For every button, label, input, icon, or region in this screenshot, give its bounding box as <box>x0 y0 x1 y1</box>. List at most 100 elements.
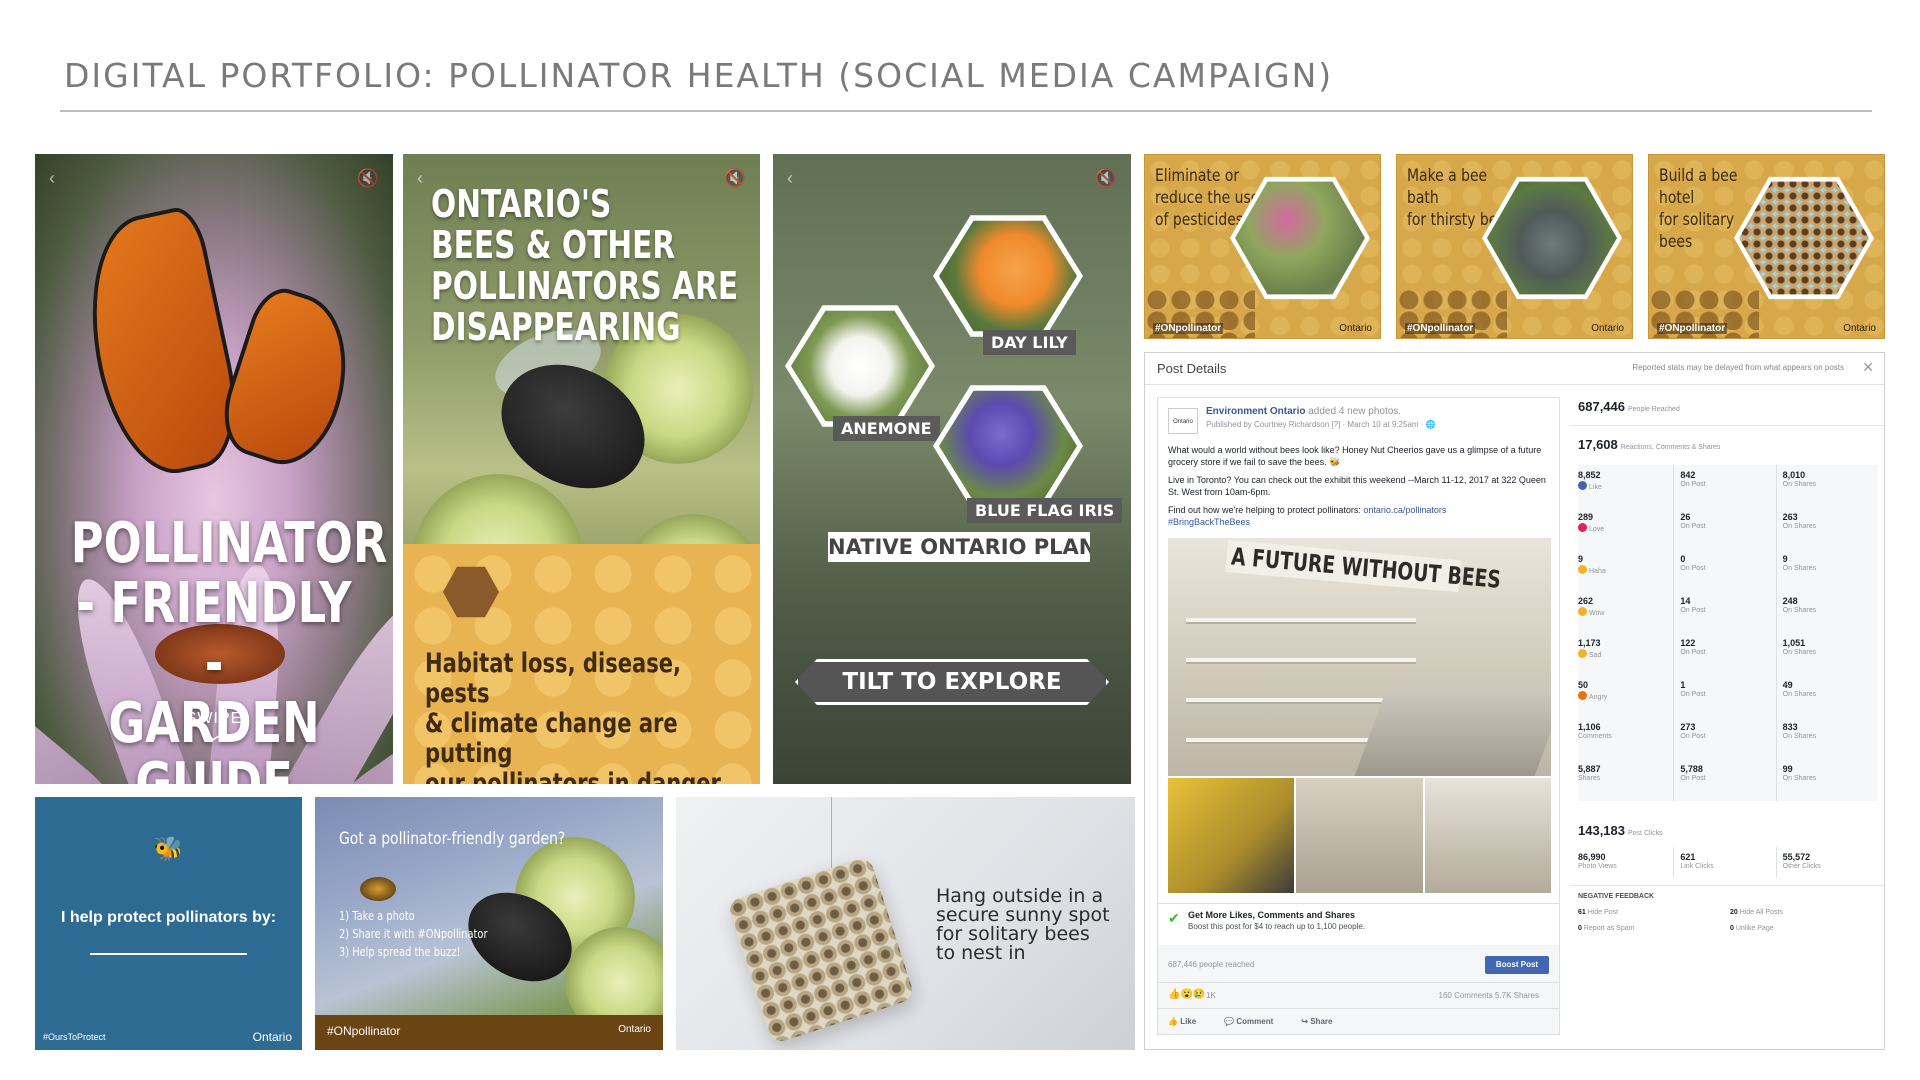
post-insights: 687,446 People Reached 17,608 Reactions, C… <box>1570 385 1884 1049</box>
share-label: Share <box>1310 1017 1333 1026</box>
stat-label: On Shares <box>1782 607 1817 614</box>
stat-label: On Post <box>1680 607 1706 614</box>
stat-row-angry: 50 Angry 1 On Post 49 On Shares <box>1578 675 1878 717</box>
hashtag: #OursToProtect <box>43 1032 106 1042</box>
link-clicks: 621 Link Clicks <box>1673 847 1775 877</box>
swipe-prompt[interactable]: SWIPE ﹀ <box>35 710 393 758</box>
like-label: Like <box>1180 1017 1197 1026</box>
bee-hotel-caption: Hang outside in a secure sunny spot for … <box>936 887 1126 963</box>
stat-value: 55,572 <box>1782 852 1811 862</box>
stat-label: Haha <box>1578 565 1673 575</box>
photo-thumbnail[interactable] <box>1296 778 1423 893</box>
stat-value: 0 <box>1680 554 1686 564</box>
hashtag: #ONpollinator <box>1405 323 1476 334</box>
stat-label: Shares <box>1578 775 1601 782</box>
stat-value: 8,852 <box>1578 470 1601 480</box>
stat-value: 687,446 <box>1578 399 1625 414</box>
like-button[interactable]: 👍 Like <box>1168 1017 1196 1026</box>
clicks-breakdown: 86,990 Photo Views 621 Link Clicks 55,572 O… <box>1578 847 1878 877</box>
page-name-link[interactable]: Environment Ontario <box>1206 406 1305 417</box>
stat-label: Angry <box>1578 691 1673 701</box>
stat-kind: Haha <box>1589 568 1606 575</box>
unlike-page-stat: 0 Unlike Page <box>1730 925 1774 932</box>
hide-all-stat: 20 Hide All Posts <box>1730 909 1783 916</box>
avatar[interactable]: Ontario <box>1168 408 1198 434</box>
stat-kind: Like <box>1589 484 1602 491</box>
bee-icon: 🐝 <box>153 836 184 863</box>
comments-shares-count[interactable]: 160 Comments 5.7K Shares <box>1439 991 1540 1000</box>
story2-caption: Habitat loss, disease, pests & climate c… <box>425 649 753 785</box>
stat-kind: Wow <box>1589 610 1605 617</box>
stat-label: On Shares <box>1782 523 1817 530</box>
mute-icon[interactable]: 🔇 <box>357 168 379 189</box>
story-top-bar: ‹ 🔇 <box>49 168 379 189</box>
back-chevron-icon[interactable]: ‹ <box>417 168 423 189</box>
mute-icon[interactable]: 🔇 <box>1095 168 1117 189</box>
stat-label: Link Clicks <box>1680 863 1714 870</box>
photo-thumbnail[interactable] <box>1168 778 1295 893</box>
stat-label: Photo Views <box>1578 863 1617 870</box>
iris-hexagon <box>933 385 1083 507</box>
stat-on-shares: 99 On Shares <box>1775 759 1878 801</box>
stat-label: Sad <box>1578 649 1673 659</box>
angry-icon <box>1578 691 1587 700</box>
stat-on-shares: 263 On Shares <box>1775 507 1878 549</box>
stat-kind: Love <box>1589 526 1605 533</box>
published-text: Published by Courtney Richardson [?] · M… <box>1206 420 1426 429</box>
stat-label: Post Clicks <box>1628 830 1663 837</box>
share-button[interactable]: ↪ Share <box>1301 1017 1332 1026</box>
stat-label: Like <box>1578 481 1673 491</box>
stat-value: 61 <box>1578 909 1586 916</box>
caption-line: our pollinators in danger. <box>425 768 726 785</box>
post-details-panel: Post Details Reported stats may be delay… <box>1144 352 1885 1050</box>
stat-value: 1,106 <box>1578 722 1601 732</box>
clicks-row: 86,990 Photo Views 621 Link Clicks 55,572 O… <box>1578 847 1878 877</box>
fill-in-line <box>90 953 247 955</box>
stat-label: On Shares <box>1782 733 1817 740</box>
other-clicks: 55,572 Other Clicks <box>1775 847 1878 877</box>
post-preview: Ontario Environment Ontario added 4 new … <box>1157 397 1560 1035</box>
post-action-text: added 4 new photos. <box>1308 406 1402 417</box>
flying-bee <box>360 877 396 901</box>
back-chevron-icon[interactable]: ‹ <box>787 168 793 189</box>
caption-line: & climate change are putting <box>425 708 678 769</box>
title-divider <box>60 110 1872 112</box>
boost-post-button[interactable]: Boost Post <box>1485 956 1549 974</box>
tip-tile-pesticides: Eliminate or reduce the use of pesticide… <box>1144 154 1381 339</box>
stat-label: Hide All Posts <box>1739 909 1783 916</box>
negative-feedback-title: NEGATIVE FEEDBACK <box>1578 893 1655 900</box>
people-reached-text: 687,446 people reached <box>1168 960 1255 969</box>
stat-row-shares: 5,887 Shares 5,788 On Post 99 On Shares <box>1578 759 1878 801</box>
back-chevron-icon[interactable]: ‹ <box>49 168 55 189</box>
close-icon[interactable]: ✕ <box>1862 359 1874 376</box>
tilt-to-explore-button[interactable]: TILT TO EXPLORE <box>795 659 1109 705</box>
stat-label: People Reached <box>1628 406 1680 413</box>
photo-thumbnail[interactable] <box>1424 778 1551 893</box>
stat-total: 1,173 Sad <box>1578 633 1673 675</box>
stat-on-shares: 8,010 On Shares <box>1775 465 1878 507</box>
post-clicks-stat: 143,183 Post Clicks <box>1578 823 1663 838</box>
headline-line: ONTARIO'S <box>431 182 612 226</box>
stat-label: On Post <box>1680 775 1706 782</box>
stat-label: Other Clicks <box>1782 863 1821 870</box>
pollinators-link[interactable]: ontario.ca/pollinators <box>1363 505 1446 515</box>
stat-value: 0 <box>1578 925 1582 932</box>
stat-value: 5,788 <box>1680 764 1703 774</box>
comment-button[interactable]: 💬 Comment <box>1224 1017 1273 1026</box>
headline-line: POLLINATOR <box>70 511 388 576</box>
post-paragraph: Find out how we're helping to protect po… <box>1168 504 1553 528</box>
comment-label: Comment <box>1236 1017 1274 1026</box>
haha-icon <box>1578 565 1587 574</box>
store-counter <box>1354 686 1551 776</box>
post-main-photo[interactable]: A FUTURE WITHOUT BEES <box>1168 538 1551 776</box>
stat-value: 248 <box>1782 596 1798 606</box>
reactions-count[interactable]: 1K <box>1206 991 1216 1000</box>
hashtag-link[interactable]: #BringBackTheBees <box>1168 517 1250 527</box>
stat-value: 273 <box>1680 722 1696 732</box>
ontario-logo: Ontario <box>1843 323 1876 334</box>
butterfly-wing <box>211 281 369 477</box>
garden-steps: 1) Take a photo 2) Share it with #ONpoll… <box>339 907 487 961</box>
stat-label: Reactions, Comments & Shares <box>1620 444 1721 451</box>
ontario-logo: Ontario <box>1339 323 1372 334</box>
stat-on-post: 0 On Post <box>1673 549 1775 591</box>
